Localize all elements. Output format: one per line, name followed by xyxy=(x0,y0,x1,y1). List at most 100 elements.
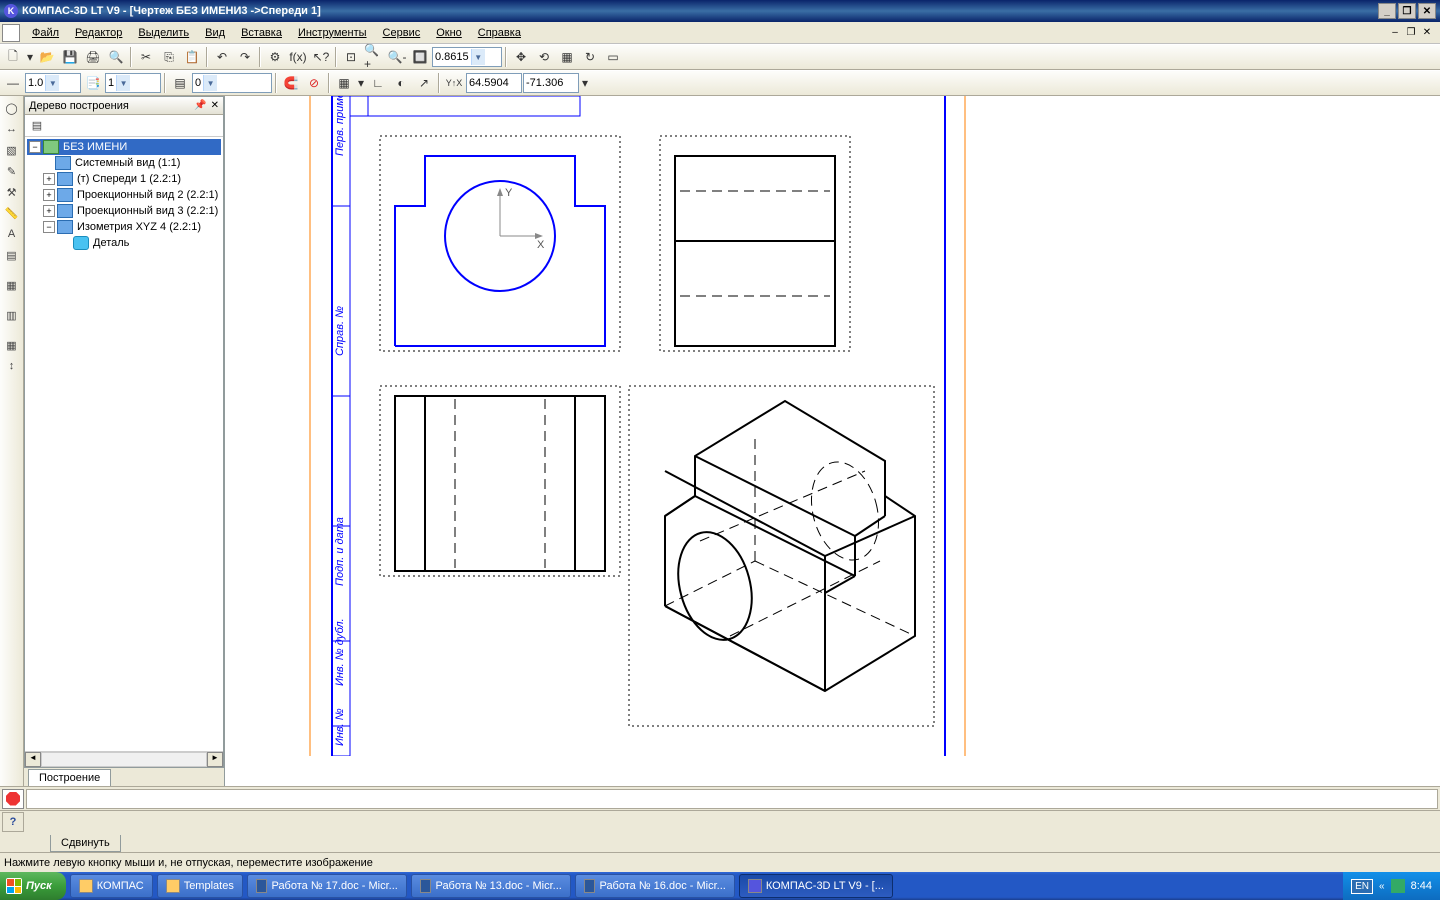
properties-button[interactable]: ⚙ xyxy=(264,46,286,68)
zoom-fit-button[interactable]: ⊡ xyxy=(340,46,362,68)
restore-button[interactable]: ❐ xyxy=(1398,3,1416,19)
preview-button[interactable]: 🔍 xyxy=(105,46,127,68)
cut-button[interactable]: ✂ xyxy=(135,46,157,68)
tree-btn[interactable]: ▤ xyxy=(27,116,47,136)
menu-file[interactable]: Файл xyxy=(24,25,67,41)
paste-button[interactable]: 📋 xyxy=(181,46,203,68)
minimize-button[interactable]: _ xyxy=(1378,3,1396,19)
tree-close-icon[interactable]: ✕ xyxy=(211,100,219,111)
menu-tools[interactable]: Инструменты xyxy=(290,25,375,41)
context-help-button[interactable]: ↖? xyxy=(310,46,332,68)
zoom-out-button[interactable]: 🔍- xyxy=(386,46,408,68)
menu-service[interactable]: Сервис xyxy=(375,25,429,41)
hatch-button[interactable]: ▤ xyxy=(169,72,191,94)
line-width-combo[interactable]: 1.0▼ xyxy=(25,73,81,93)
task-item[interactable]: Работа № 17.doc - Micr... xyxy=(247,874,407,898)
zoom-window-button[interactable]: 🔲 xyxy=(409,46,431,68)
variables-button[interactable]: f(x) xyxy=(287,46,309,68)
language-indicator[interactable]: EN xyxy=(1351,879,1373,894)
line-style-button[interactable]: — xyxy=(2,72,24,94)
command-field[interactable] xyxy=(26,789,1438,809)
measure-icon[interactable]: 📏 xyxy=(2,203,22,223)
zoom-in-button[interactable]: 🔍+ xyxy=(363,46,385,68)
mdi-restore[interactable]: ❐ xyxy=(1404,27,1418,39)
task-item[interactable]: КОМПАС xyxy=(70,874,153,898)
undo-button[interactable]: ↶ xyxy=(211,46,233,68)
doc-icon[interactable] xyxy=(2,24,20,42)
tree-item[interactable]: Системный вид (1:1) xyxy=(27,155,221,171)
task-item[interactable]: Работа № 16.doc - Micr... xyxy=(575,874,735,898)
tree-body[interactable]: − БЕЗ ИМЕНИ Системный вид (1:1) + (т) Сп… xyxy=(25,137,223,751)
spec-icon[interactable]: ▤ xyxy=(2,245,22,265)
open-button[interactable]: 📂 xyxy=(36,46,58,68)
expand-icon[interactable]: ↕ xyxy=(2,356,22,376)
dimensions-icon[interactable]: ↔ xyxy=(2,119,22,139)
task-item-active[interactable]: КОМПАС-3D LT V9 - [... xyxy=(739,874,893,898)
snap-off-button[interactable]: ⊘ xyxy=(303,72,325,94)
mdi-minimize[interactable]: – xyxy=(1388,27,1402,39)
rotate-button[interactable]: ⟲ xyxy=(533,46,555,68)
tree-item[interactable]: + Проекционный вид 3 (2.2:1) xyxy=(27,203,221,219)
pin-icon[interactable]: 📌 xyxy=(194,100,206,111)
local-cs-button[interactable]: ↗ xyxy=(413,72,435,94)
redo-button[interactable]: ↷ xyxy=(234,46,256,68)
refresh-button[interactable]: ↻ xyxy=(579,46,601,68)
expand-icon[interactable]: + xyxy=(43,173,55,185)
tab-build[interactable]: Построение xyxy=(28,769,111,786)
expand-icon[interactable]: + xyxy=(43,189,55,201)
tray-expand-icon[interactable]: « xyxy=(1379,881,1385,892)
copy-button[interactable]: ⎘ xyxy=(158,46,180,68)
menu-view[interactable]: Вид xyxy=(197,25,233,41)
task-item[interactable]: Работа № 13.doc - Micr... xyxy=(411,874,571,898)
menu-help[interactable]: Справка xyxy=(470,25,529,41)
menu-editor[interactable]: Редактор xyxy=(67,25,130,41)
collapse-icon[interactable]: − xyxy=(29,141,41,153)
grid-button[interactable]: ▦ xyxy=(333,72,355,94)
tree-item[interactable]: + Проекционный вид 2 (2.2:1) xyxy=(27,187,221,203)
clock[interactable]: 8:44 xyxy=(1411,880,1432,892)
tree-root[interactable]: − БЕЗ ИМЕНИ xyxy=(27,139,221,155)
menu-select[interactable]: Выделить xyxy=(130,25,197,41)
tab-move[interactable]: Сдвинуть xyxy=(50,835,121,852)
round-button[interactable]: ◐ xyxy=(390,72,412,94)
sheet-icon[interactable]: ▥ xyxy=(2,305,22,325)
coord-y-field[interactable]: -71.306 xyxy=(523,73,579,93)
select-icon[interactable]: A xyxy=(2,224,22,244)
style-combo[interactable]: 0▼ xyxy=(192,73,272,93)
menu-window[interactable]: Окно xyxy=(428,25,470,41)
tree-item[interactable]: Деталь xyxy=(27,235,221,251)
views-icon[interactable]: ▦ xyxy=(2,275,22,295)
snap-on-button[interactable]: 🧲 xyxy=(280,72,302,94)
save-button[interactable]: 💾 xyxy=(59,46,81,68)
start-button[interactable]: Пуск xyxy=(0,872,66,900)
geometry-icon[interactable]: ◯ xyxy=(2,98,22,118)
orientation-button[interactable]: ▦ xyxy=(556,46,578,68)
symbols-icon[interactable]: ▧ xyxy=(2,140,22,160)
task-item[interactable]: Templates xyxy=(157,874,243,898)
new-dropdown[interactable]: ▾ xyxy=(25,46,35,68)
pan-button[interactable]: ✥ xyxy=(510,46,532,68)
frame-button[interactable]: ▭ xyxy=(602,46,624,68)
zoom-combo[interactable]: 0.8615▼ xyxy=(432,47,502,67)
close-button[interactable]: ✕ xyxy=(1418,3,1436,19)
tray-icon[interactable] xyxy=(1391,879,1405,893)
expand-icon[interactable]: + xyxy=(43,205,55,217)
coord-dropdown[interactable]: ▾ xyxy=(580,72,590,94)
ortho-button[interactable]: ∟ xyxy=(367,72,389,94)
menu-insert[interactable]: Вставка xyxy=(233,25,290,41)
collapse-icon[interactable]: − xyxy=(43,221,55,233)
new-button[interactable]: 🗋 xyxy=(2,46,24,68)
table-icon[interactable]: ▦ xyxy=(2,335,22,355)
coord-x-field[interactable]: 64.5904 xyxy=(466,73,522,93)
edit-icon[interactable]: ✎ xyxy=(2,161,22,181)
coord-mode-button[interactable]: Y↑X xyxy=(443,72,465,94)
drawing-canvas[interactable]: Перв. примен. Справ. № Подп. и дата Инв.… xyxy=(224,96,1440,786)
tree-hscroll[interactable]: ◄► xyxy=(25,751,223,767)
grid-dropdown[interactable]: ▾ xyxy=(356,72,366,94)
print-button[interactable]: 🖨 xyxy=(82,46,104,68)
stop-button[interactable] xyxy=(2,789,24,809)
tree-item[interactable]: − Изометрия XYZ 4 (2.2:1) xyxy=(27,219,221,235)
params-icon[interactable]: ⚒ xyxy=(2,182,22,202)
layer-combo[interactable]: 1▼ xyxy=(105,73,161,93)
tree-item[interactable]: + (т) Спереди 1 (2.2:1) xyxy=(27,171,221,187)
